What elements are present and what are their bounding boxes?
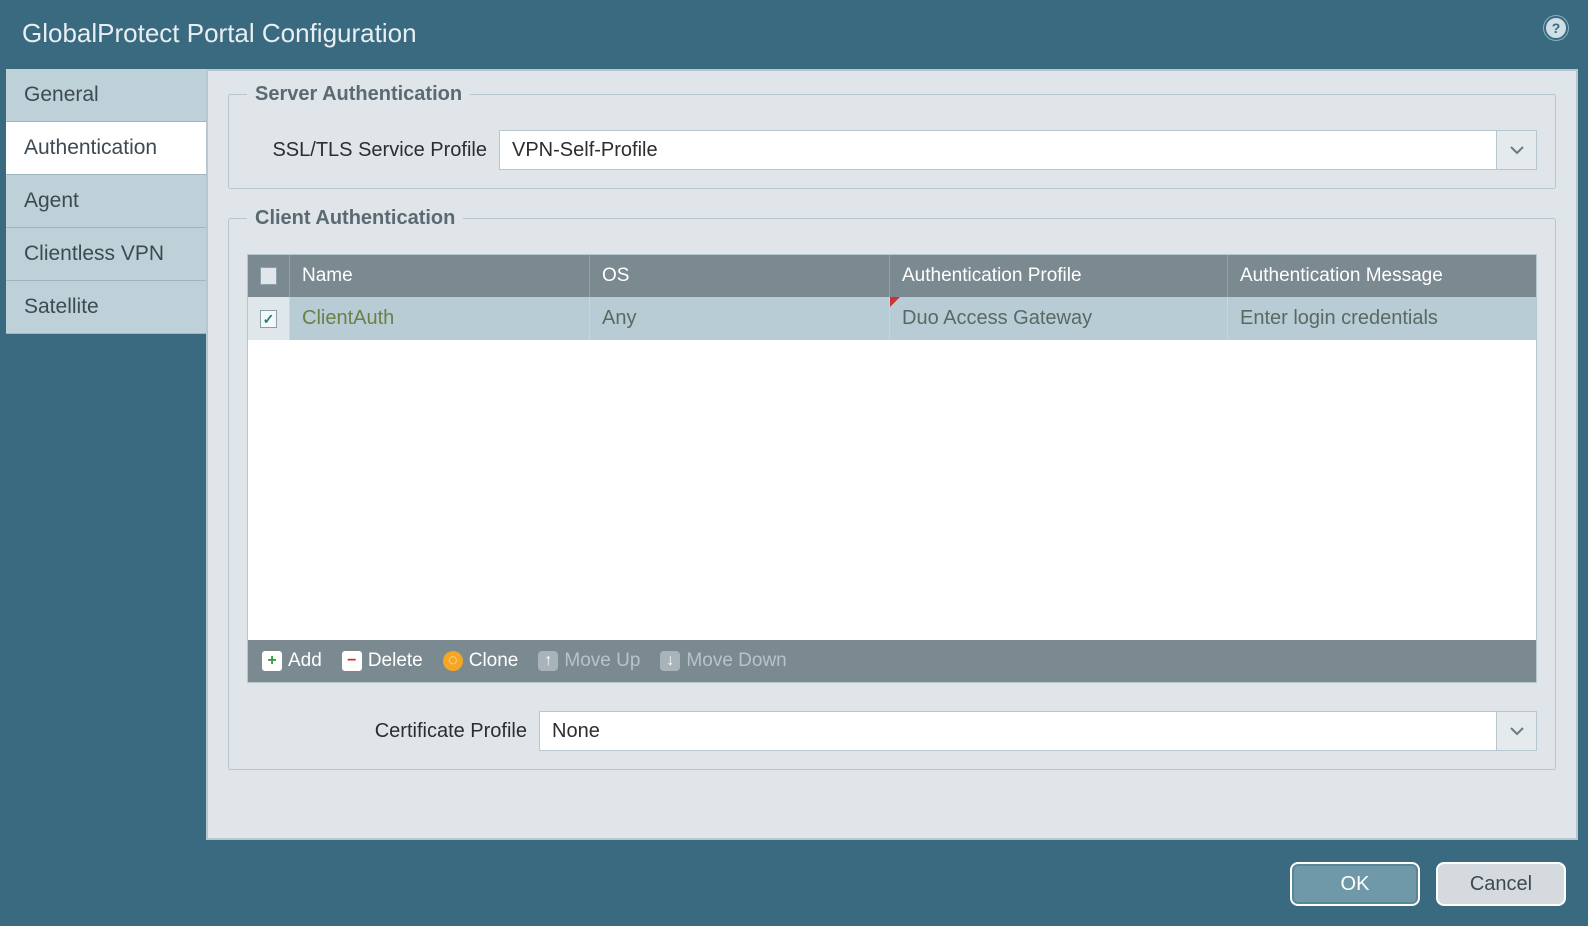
delete-label: Delete — [368, 650, 423, 672]
checkbox-icon[interactable] — [260, 310, 277, 328]
col-header-auth-message[interactable]: Authentication Message — [1228, 255, 1536, 297]
row-auth-profile-cell: Duo Access Gateway — [890, 297, 1228, 340]
cert-profile-value: None — [540, 712, 1496, 750]
table-empty-area — [248, 340, 1536, 640]
minus-icon: − — [342, 651, 362, 671]
table-toolbar: + Add − Delete ◌ Clone ↑ — [248, 640, 1536, 682]
row-checkbox-cell[interactable] — [248, 297, 290, 340]
tab-satellite[interactable]: Satellite — [6, 281, 206, 334]
col-header-auth-profile[interactable]: Authentication Profile — [890, 255, 1228, 297]
sidebar: General Authentication Agent Clientless … — [0, 69, 206, 850]
table-header: Name OS Authentication Profile Authentic… — [248, 255, 1536, 297]
main-panel: Server Authentication SSL/TLS Service Pr… — [206, 69, 1578, 840]
footer: OK Cancel — [0, 850, 1588, 926]
dropdown-trigger-icon[interactable] — [1496, 131, 1536, 169]
help-icon[interactable]: ? — [1544, 16, 1568, 40]
client-auth-fieldset: Client Authentication Name OS Authentica… — [228, 207, 1556, 770]
dropdown-trigger-icon[interactable] — [1496, 712, 1536, 750]
cert-profile-row: Certificate Profile None — [247, 711, 1537, 751]
server-auth-legend: Server Authentication — [247, 83, 470, 106]
ok-button[interactable]: OK — [1290, 862, 1420, 906]
body: General Authentication Agent Clientless … — [0, 69, 1588, 850]
delete-button[interactable]: − Delete — [342, 650, 423, 672]
col-header-os[interactable]: OS — [590, 255, 890, 297]
titlebar: GlobalProtect Portal Configuration ? — [0, 0, 1588, 69]
ssl-profile-value: VPN-Self-Profile — [500, 131, 1496, 169]
col-header-name[interactable]: Name — [290, 255, 590, 297]
tab-general[interactable]: General — [6, 69, 206, 122]
arrow-down-icon: ↓ — [660, 651, 680, 671]
row-os-cell: Any — [590, 297, 890, 340]
tab-agent[interactable]: Agent — [6, 175, 206, 228]
ssl-profile-label: SSL/TLS Service Profile — [247, 139, 499, 162]
arrow-up-icon: ↑ — [538, 651, 558, 671]
col-header-checkbox[interactable] — [248, 255, 290, 297]
plus-icon: + — [262, 651, 282, 671]
row-name-cell[interactable]: ClientAuth — [290, 297, 590, 340]
client-auth-table: Name OS Authentication Profile Authentic… — [247, 254, 1537, 683]
window-title: GlobalProtect Portal Configuration — [22, 18, 417, 48]
ssl-profile-row: SSL/TLS Service Profile VPN-Self-Profile — [247, 130, 1537, 170]
tab-authentication[interactable]: Authentication — [6, 122, 206, 175]
clone-label: Clone — [469, 650, 519, 672]
table-row[interactable]: ClientAuth Any Duo Access Gateway Enter … — [248, 297, 1536, 340]
flag-icon — [890, 297, 900, 307]
cert-profile-label: Certificate Profile — [247, 720, 539, 743]
window: GlobalProtect Portal Configuration ? Gen… — [0, 0, 1588, 926]
tab-clientless-vpn[interactable]: Clientless VPN — [6, 228, 206, 281]
checkbox-icon[interactable] — [260, 267, 277, 285]
clone-button[interactable]: ◌ Clone — [443, 650, 519, 672]
add-label: Add — [288, 650, 322, 672]
move-up-button[interactable]: ↑ Move Up — [538, 650, 640, 672]
server-auth-fieldset: Server Authentication SSL/TLS Service Pr… — [228, 83, 1556, 189]
cert-profile-dropdown[interactable]: None — [539, 711, 1537, 751]
row-auth-profile-value: Duo Access Gateway — [902, 307, 1092, 329]
move-up-label: Move Up — [564, 650, 640, 672]
ssl-profile-dropdown[interactable]: VPN-Self-Profile — [499, 130, 1537, 170]
clone-icon: ◌ — [443, 651, 463, 671]
move-down-button[interactable]: ↓ Move Down — [660, 650, 786, 672]
add-button[interactable]: + Add — [262, 650, 322, 672]
row-auth-message-cell: Enter login credentials — [1228, 297, 1536, 340]
client-auth-legend: Client Authentication — [247, 207, 463, 230]
cancel-button[interactable]: Cancel — [1436, 862, 1566, 906]
move-down-label: Move Down — [686, 650, 786, 672]
